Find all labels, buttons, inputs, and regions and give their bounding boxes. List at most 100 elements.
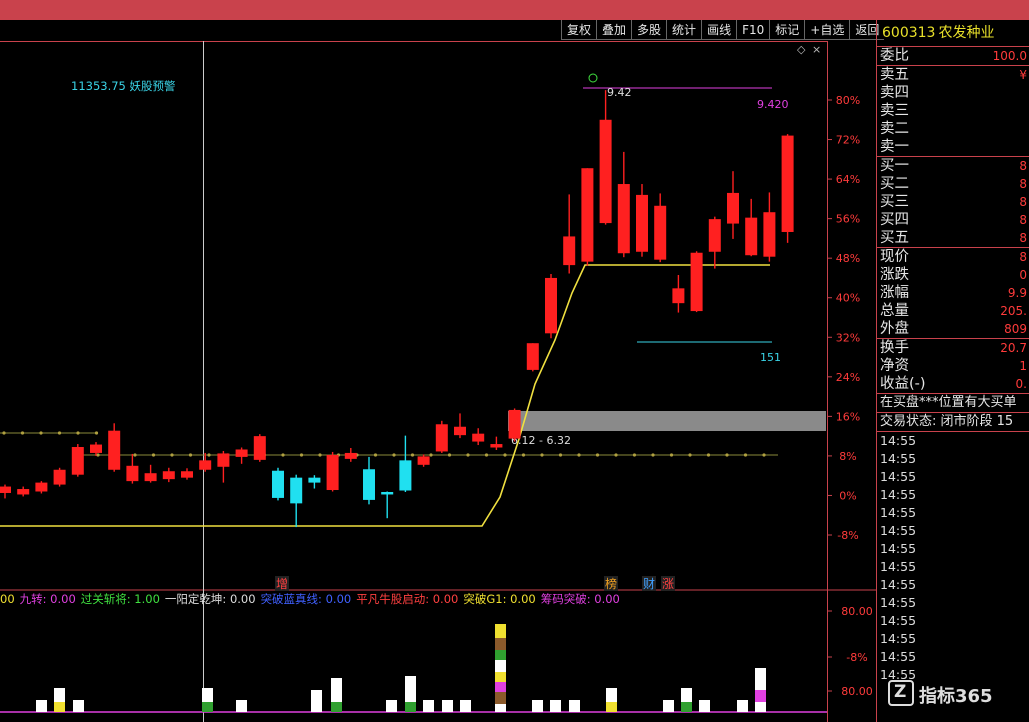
quote-row-sell-2: 卖三 (877, 102, 1029, 120)
support-dot (651, 453, 655, 457)
support-dot (207, 453, 211, 457)
toolbar-button-3[interactable]: 统计 (666, 20, 702, 40)
mark-0: 增 (276, 577, 288, 591)
support-dot (57, 431, 62, 435)
candle-body (144, 473, 157, 482)
y-tick-label: 0% (839, 489, 856, 502)
candle-body (472, 433, 485, 442)
quote-label: 换手 (880, 340, 909, 356)
quote-label: 买三 (880, 194, 909, 210)
toolbar-button-5[interactable]: F10 (736, 20, 770, 40)
support-dot (429, 453, 433, 457)
signal-bar-segment (681, 688, 692, 702)
tick-row: 14:55 (880, 505, 917, 520)
quote-value: 0. (1015, 377, 1027, 391)
tick-row: 14:55 (880, 451, 917, 466)
signal-bar-segment (495, 638, 506, 650)
candle-body (636, 194, 648, 252)
quote-label: 买四 (880, 212, 909, 228)
signal-bar-segment (405, 702, 416, 712)
y-tick-label: 56% (836, 213, 860, 226)
logo-icon: Z (888, 680, 914, 706)
stock-name: 农发种业 (938, 25, 995, 41)
tick-list[interactable]: 14:55 14:55 14:55 14:55 14:55 14:55 14:55 14:55… (877, 431, 1029, 684)
quote-note: 在买盘***位置有大买单 (877, 393, 1029, 412)
signal-bar-segment (202, 702, 213, 712)
quote-label: 卖三 (880, 103, 909, 119)
candle-body (108, 430, 121, 470)
signal-bar-segment (495, 704, 506, 712)
quote-label: 卖二 (880, 121, 909, 137)
candle-body (344, 452, 357, 459)
support-dot (170, 453, 174, 457)
tick-row: 14:55 (880, 433, 917, 448)
signal-bar-segment (405, 676, 416, 702)
high-label: 9.42 (607, 86, 632, 99)
kline-chart[interactable]: 80% 72% 64% 56% 48% 40% 32% 24% 16% 8% 0% -8% 6.12 -… (0, 41, 876, 722)
support-dot (151, 453, 156, 457)
candle-body (162, 471, 175, 480)
tick-row: 14:55 (880, 469, 917, 484)
quote-row-sell-4: 卖一 (877, 138, 1029, 156)
candle-body (490, 444, 503, 448)
signal-bar-segment (331, 702, 342, 712)
support-dot (762, 453, 766, 457)
signal-bar-segment (663, 700, 674, 712)
toolbar-button-6[interactable]: 标记 (769, 20, 805, 40)
signal-bar-segment (495, 650, 506, 660)
ind-tick-label: -8% (846, 651, 867, 664)
signal-bar-segment (54, 688, 65, 702)
support-dot (725, 453, 729, 457)
quote-label: 现价 (880, 249, 909, 265)
support-dot (614, 453, 618, 457)
tick-row: 14:55 (880, 541, 917, 556)
stock-header[interactable]: 600313 农发种业 (877, 20, 1029, 47)
candle-body (672, 288, 685, 304)
candle-body (235, 449, 248, 457)
support-dot (521, 453, 526, 457)
quote-row-stat-0: 现价 8 (877, 247, 1029, 266)
candle-body (71, 447, 84, 475)
quote-trade_status: 交易状态: 闭市阶段 15 (877, 412, 1029, 431)
quote-value: ¥ (1019, 68, 1027, 82)
signal-bar-segment (495, 682, 506, 692)
candle-body (545, 277, 557, 334)
support-dot (595, 453, 600, 457)
quote-value: 9.9 (1007, 286, 1027, 300)
signal-bar-segment (495, 624, 506, 638)
ind-tick-label: 80.00 (841, 605, 873, 618)
candle-body (454, 426, 466, 436)
signal-bar-segment (236, 700, 247, 712)
quote-label: 委比 (880, 48, 909, 64)
candle-body (272, 470, 284, 498)
toolbar-button-2[interactable]: 多股 (631, 20, 667, 40)
mark-2: 财 (643, 577, 655, 591)
signal-bar-segment (386, 700, 397, 712)
signal-bar-segment (681, 702, 692, 712)
tick-row: 14:55 (880, 487, 917, 502)
toolbar-button-4[interactable]: 画线 (701, 20, 737, 40)
tick-row: 14:55 (880, 559, 917, 574)
signal-bar-segment (495, 672, 506, 682)
support-dot (540, 453, 544, 457)
quote-row-stat-3: 总量 205. (877, 302, 1029, 320)
candle-body (90, 444, 102, 453)
candle-body (126, 465, 139, 482)
y-tick-label: 16% (836, 410, 860, 423)
ma-line (0, 264, 770, 527)
y-tick-label: 64% (836, 173, 860, 186)
toolbar-button-7[interactable]: +自选 (804, 20, 850, 40)
signal-bar-segment (495, 660, 506, 672)
signal-bar-segment (331, 678, 342, 702)
signal-bar-segment (54, 702, 65, 712)
signal-bar-segment (460, 700, 471, 712)
y-tick-label: 40% (836, 292, 860, 305)
indicator-5: 平凡牛股启动: 0.00 (356, 592, 459, 606)
support-dot (96, 453, 100, 457)
support-dot (39, 431, 43, 435)
quote-label: 买五 (880, 230, 909, 246)
toolbar-button-1[interactable]: 叠加 (596, 20, 632, 40)
quote-label: 净资 (880, 358, 909, 374)
toolbar-button-0[interactable]: 复权 (561, 20, 597, 40)
candle-body (35, 482, 48, 492)
